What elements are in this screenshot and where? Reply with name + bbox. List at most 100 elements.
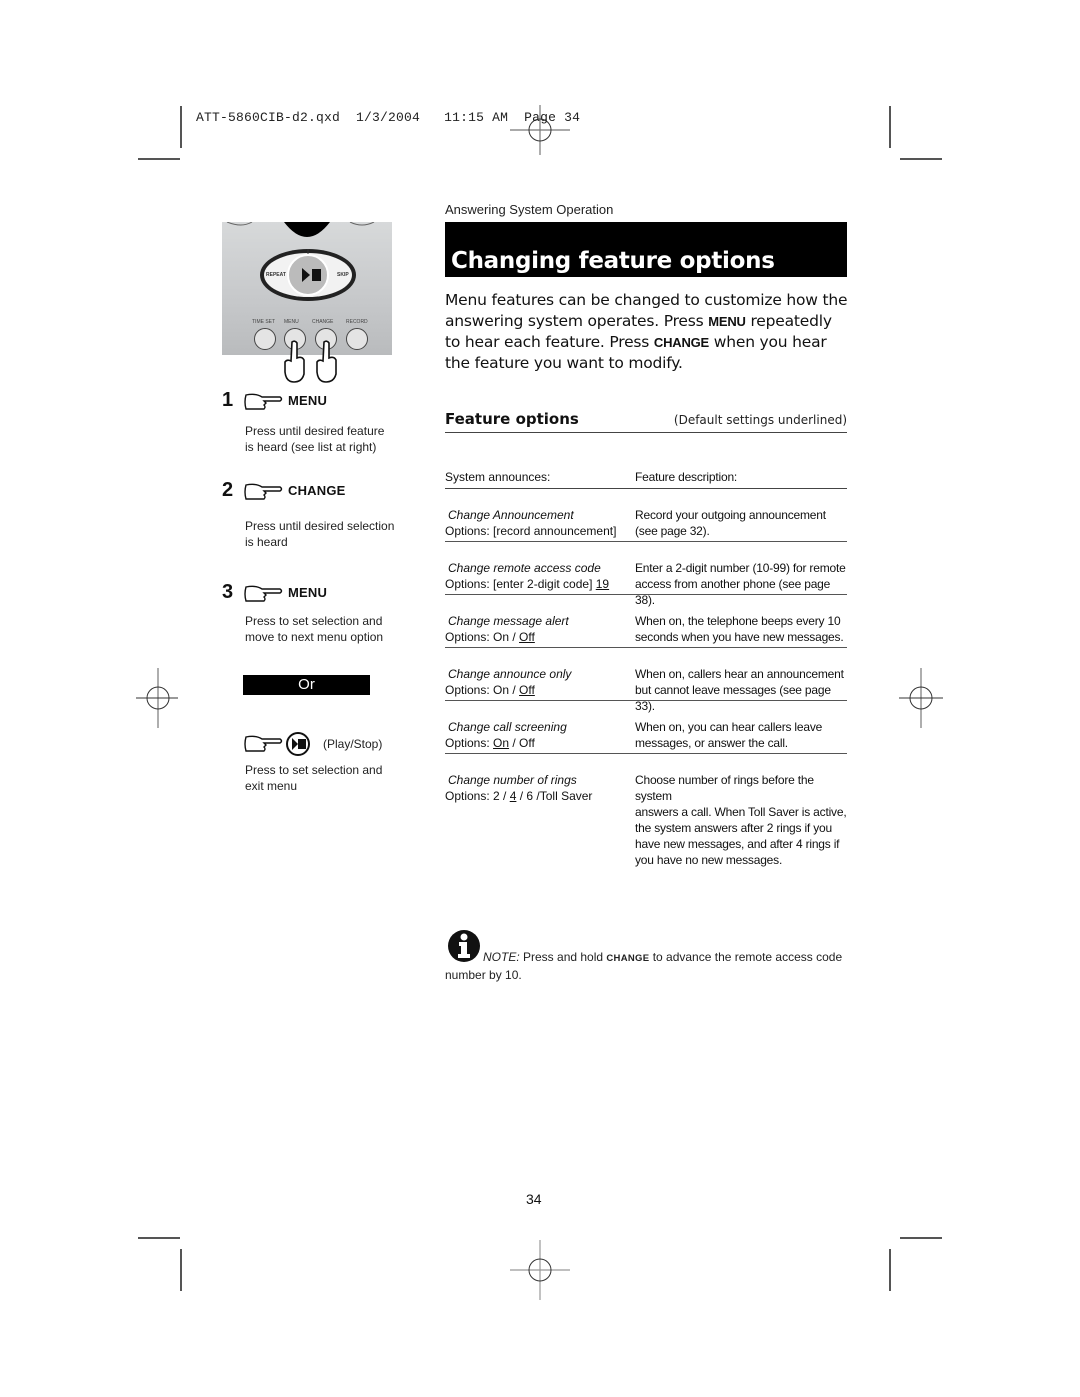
feature-cell: Change remote access code Options: [enter…	[445, 560, 630, 592]
step-number: 3	[222, 581, 234, 603]
step-text-line: is heard (see list at right)	[245, 440, 377, 454]
step-1: 1 MENU	[222, 389, 327, 412]
table-row: Change call screening Options: On / Off Wh…	[445, 701, 847, 754]
dial-label-repeat: REPEAT	[266, 272, 286, 278]
slug-date: 1/3/2004	[356, 110, 421, 125]
play-stop-icon	[286, 732, 310, 756]
play-stop-label: (Play/Stop)	[323, 737, 383, 751]
step-text-line: Press until desired selection	[245, 519, 395, 533]
pointing-hand-icon	[244, 393, 283, 410]
description-line: the system answers after 2 rings if you	[635, 821, 832, 835]
step-text-line: Press to set selection and	[245, 614, 383, 628]
step-2-text: Press until desired selection is heard	[245, 518, 394, 550]
keypad-label-record: RECORD	[346, 319, 368, 325]
description-line: Enter a 2-digit number (10-99) for remot…	[635, 561, 846, 575]
description-line: answers a call. When Toll Saver is activ…	[635, 805, 847, 819]
description-line: (see page 32).	[635, 524, 710, 538]
step-number: 2	[222, 479, 234, 501]
feature-name: Change message alert	[448, 614, 569, 628]
options-text: Options: On /	[445, 630, 520, 644]
step-text-line: Press to set selection and	[245, 763, 383, 777]
description-line: messages, or answer the call.	[635, 736, 788, 750]
feature-cell: Change message alert Options: On / Off	[445, 613, 630, 645]
default-settings-note: (Default settings underlined)	[673, 413, 847, 427]
note: NOTE: Press and hold CHANGE to advance t…	[445, 930, 850, 983]
crop-mark	[138, 1237, 180, 1239]
step-key: CHANGE	[288, 483, 346, 498]
slug-file: ATT-5860CIB-d2.qxd	[196, 110, 341, 125]
feature-options-heading: Feature options	[445, 410, 579, 428]
options-text: Options: 2 /	[445, 789, 510, 803]
default-option: 19	[595, 577, 610, 591]
play-stop-text: Press to set selection and exit menu	[245, 762, 382, 794]
feature-options: Options: [record announcement]	[445, 523, 630, 539]
feature-options-header: Feature options (Default settings underl…	[445, 410, 847, 433]
intro-key-menu: MENU	[708, 314, 746, 329]
table-body: Change Announcement Options: [record anno…	[445, 489, 847, 867]
feature-options: Options: [enter 2-digit code] 19	[445, 576, 630, 592]
feature-cell: Change Announcement Options: [record anno…	[445, 507, 630, 539]
feature-description: When on, the telephone beeps every 10 sec…	[635, 613, 850, 645]
table-row: Change number of rings Options: 2 / 4 / 6…	[445, 754, 847, 867]
default-option: On	[493, 736, 510, 750]
step-key: MENU	[288, 585, 328, 600]
feature-name: Change number of rings	[448, 773, 577, 787]
crop-mark	[180, 106, 182, 148]
default-option: Off	[519, 630, 535, 644]
feature-options: Options: 2 / 4 / 6 /Toll Saver	[445, 788, 630, 804]
default-option: Off	[519, 683, 535, 697]
column-header: System announces:	[445, 470, 551, 484]
description-line: Record your outgoing announcement	[635, 508, 826, 522]
feature-description: Choose number of rings before the system…	[635, 772, 850, 868]
info-icon	[448, 930, 480, 962]
step-2: 2 CHANGE	[222, 479, 345, 502]
feature-cell: Change announce only Options: On / Off	[445, 666, 630, 698]
feature-name: Change remote access code	[448, 561, 601, 575]
keypad-button-record	[346, 328, 368, 350]
step-number: 1	[222, 389, 234, 411]
note-text: Press and hold	[519, 950, 607, 964]
keypad-label-menu: MENU	[284, 319, 299, 325]
feature-cell: Change call screening Options: On / Off	[445, 719, 630, 751]
table-row: Change message alert Options: On / Off Whe…	[445, 595, 847, 648]
registration-mark-icon	[510, 1240, 570, 1300]
feature-options: Options: On / Off	[445, 735, 630, 751]
step-text-line: Press until desired feature	[245, 424, 385, 438]
dial-label-skip: SKIP	[337, 272, 349, 278]
description-line: you have no new messages.	[635, 853, 783, 867]
feature-options: Options: On / Off	[445, 682, 630, 698]
table-header: System announces: Feature description:	[445, 470, 847, 489]
note-key: CHANGE	[606, 953, 650, 964]
keypad-illustration: REPEAT SKIP TIME SET MENU CHANGE RECORD	[222, 222, 392, 355]
options-text: Options: On /	[445, 683, 520, 697]
step-3-text: Press to set selection and move to next …	[245, 613, 383, 645]
intro-key-change: CHANGE	[653, 335, 710, 350]
feature-name: Change announce only	[448, 667, 572, 681]
crop-mark	[900, 158, 942, 160]
options-text: Options: [enter 2-digit code]	[445, 577, 596, 591]
finger-press-icon	[316, 340, 337, 383]
options-text: / 6 /Toll Saver	[516, 789, 593, 803]
options-text: Options: [record announcement]	[445, 524, 617, 538]
section-label: Answering System Operation	[445, 202, 614, 217]
pointing-hand-icon	[244, 735, 283, 752]
intro-paragraph: Menu features can be changed to customiz…	[445, 290, 850, 374]
description-line: When on, callers hear an announcement	[635, 667, 844, 681]
table-row: Change remote access code Options: [enter…	[445, 542, 847, 607]
feature-options: Options: On / Off	[445, 629, 630, 645]
finger-press-icon	[284, 340, 305, 383]
registration-mark-icon	[510, 105, 570, 155]
step-text-line: is heard	[245, 535, 288, 549]
feature-cell: Change number of rings Options: 2 / 4 / 6…	[445, 772, 630, 804]
or-divider: Or	[243, 675, 370, 695]
keypad-label-time-set: TIME SET	[252, 319, 276, 325]
feature-description: Record your outgoing announcement (see pa…	[635, 507, 850, 539]
print-slug: ATT-5860CIB-d2.qxd 1/3/2004 11:15 AM Pag…	[196, 110, 580, 125]
table-row: Change Announcement Options: [record anno…	[445, 489, 847, 542]
crop-mark	[180, 1249, 182, 1291]
feature-description: When on, you can hear callers leave messa…	[635, 719, 850, 751]
table-row: Change announce only Options: On / Off Whe…	[445, 648, 847, 713]
slug-time: 11:15 AM	[444, 110, 509, 125]
step-key: MENU	[288, 393, 328, 408]
crop-mark	[889, 106, 891, 148]
